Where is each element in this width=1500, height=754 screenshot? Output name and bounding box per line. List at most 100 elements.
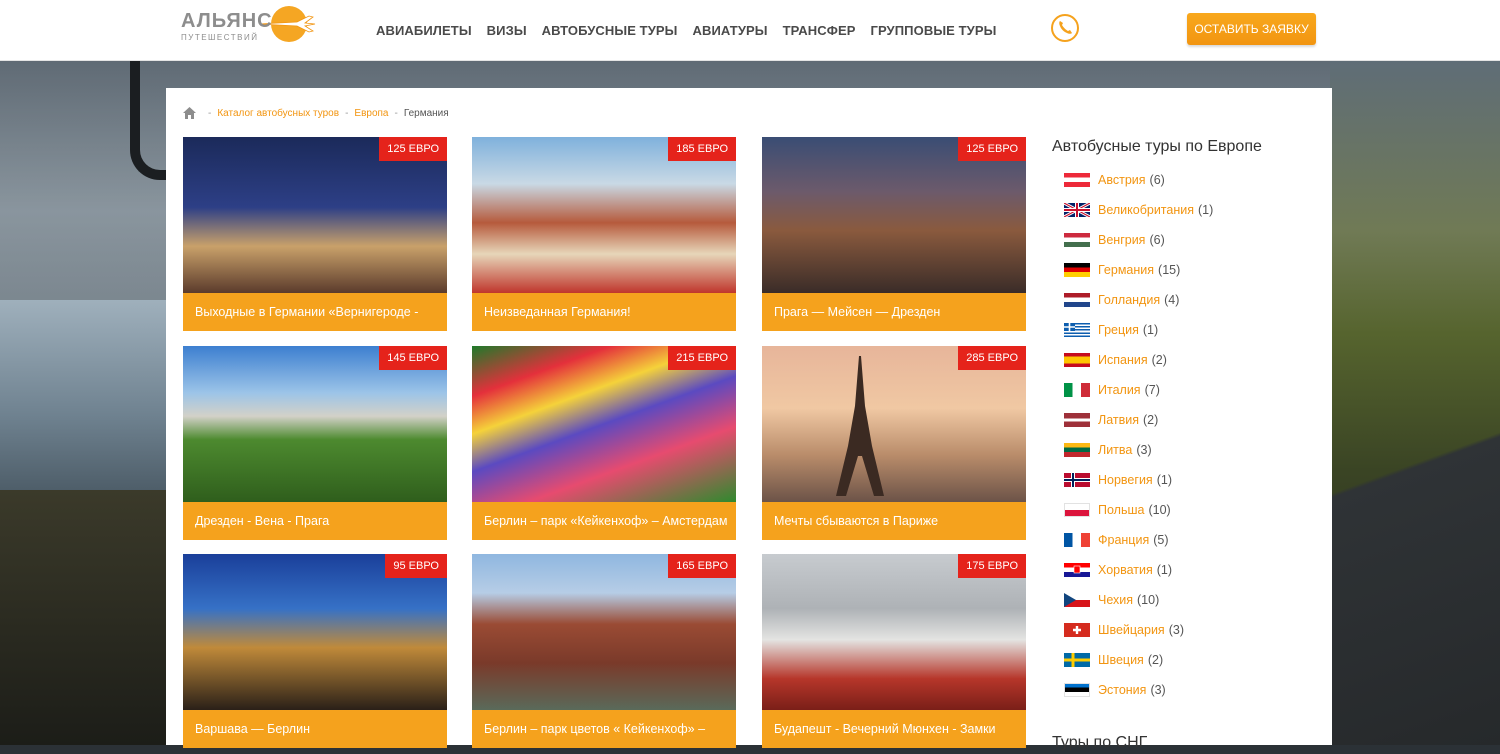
- tour-title[interactable]: Неизведанная Германия!: [472, 293, 736, 331]
- country-item-croatia[interactable]: Хорватия (1): [1064, 562, 1172, 578]
- tour-card[interactable]: 125 ЕВРО Выходные в Германии «Вернигерод…: [183, 137, 447, 331]
- country-name[interactable]: Голландия: [1098, 293, 1160, 307]
- country-count: (7): [1144, 383, 1160, 397]
- country-name[interactable]: Великобритания: [1098, 203, 1194, 217]
- country-item-netherlands[interactable]: Голландия (4): [1064, 292, 1179, 308]
- country-name[interactable]: Испания: [1098, 353, 1148, 367]
- hill-left: [0, 490, 180, 745]
- tour-card[interactable]: 125 ЕВРО Прага — Мейсен — Дрезден: [762, 137, 1026, 331]
- price-badge: 95 ЕВРО: [385, 554, 447, 578]
- poland-flag-icon: [1064, 503, 1090, 517]
- sidebar: Автобусные туры по Европе Австрия (6) Ве…: [1052, 136, 1322, 751]
- country-item-estonia[interactable]: Эстония (3): [1064, 682, 1166, 698]
- country-count: (10): [1148, 503, 1171, 517]
- country-item-uk[interactable]: Великобритания (1): [1064, 202, 1213, 218]
- breadcrumb-current: Германия: [403, 107, 449, 119]
- country-name[interactable]: Чехия: [1098, 593, 1133, 607]
- estonia-flag-icon: [1064, 683, 1090, 697]
- country-item-greece[interactable]: Греция (1): [1064, 322, 1158, 338]
- country-name[interactable]: Литва: [1098, 443, 1132, 457]
- country-name[interactable]: Латвия: [1098, 413, 1139, 427]
- breadcrumb-europe[interactable]: Европа: [354, 108, 388, 119]
- country-item-france[interactable]: Франция (5): [1064, 532, 1169, 548]
- logo-tagline: ПУТЕШЕСТВИЙ: [181, 33, 259, 42]
- nav-item-visas[interactable]: ВИЗЫ: [487, 23, 527, 38]
- czech-flag-icon: [1064, 593, 1090, 607]
- country-name[interactable]: Франция: [1098, 533, 1149, 547]
- greece-flag-icon: [1064, 323, 1090, 337]
- country-item-poland[interactable]: Польша (10): [1064, 502, 1171, 518]
- country-name[interactable]: Италия: [1098, 383, 1141, 397]
- country-item-switzerland[interactable]: Швейцария (3): [1064, 622, 1184, 638]
- tour-card[interactable]: 175 ЕВРО Будапешт - Вечерний Мюнхен - За…: [762, 554, 1026, 748]
- site-logo[interactable]: АЛЬЯНС ПУТЕШЕСТВИЙ: [181, 6, 321, 52]
- tour-title[interactable]: Дрезден - Вена - Прага: [183, 502, 447, 540]
- breadcrumb-catalog[interactable]: Каталог автобусных туров: [217, 108, 339, 119]
- tour-card[interactable]: 285 ЕВРО Мечты сбываются в Париже: [762, 346, 1026, 540]
- country-name[interactable]: Германия: [1098, 263, 1154, 277]
- austria-flag-icon: [1064, 173, 1090, 187]
- country-count: (10): [1137, 593, 1160, 607]
- nav-item-bus-tours[interactable]: АВТОБУСНЫЕ ТУРЫ: [542, 23, 678, 38]
- country-item-germany[interactable]: Германия (15): [1064, 262, 1180, 278]
- latvia-flag-icon: [1064, 413, 1090, 427]
- content-panel: - Каталог автобусных туров - Европа - Ге…: [166, 88, 1332, 751]
- country-count: (3): [1150, 683, 1166, 697]
- price-badge: 165 ЕВРО: [668, 554, 736, 578]
- country-name[interactable]: Греция: [1098, 323, 1139, 337]
- country-name[interactable]: Австрия: [1098, 173, 1146, 187]
- leave-request-button[interactable]: ОСТАВИТЬ ЗАЯВКУ: [1187, 13, 1316, 45]
- country-name[interactable]: Польша: [1098, 503, 1144, 517]
- nav-item-group-tours[interactable]: ГРУППОВЫЕ ТУРЫ: [870, 23, 996, 38]
- country-item-latvia[interactable]: Латвия (2): [1064, 412, 1158, 428]
- tour-title[interactable]: Берлин – парк цветов « Кейкенхоф» –: [472, 710, 736, 748]
- breadcrumb-separator: -: [345, 107, 349, 119]
- country-count: (6): [1149, 173, 1165, 187]
- switzerland-flag-icon: [1064, 623, 1090, 637]
- tour-title[interactable]: Мечты сбываются в Париже: [762, 502, 1026, 540]
- country-item-hungary[interactable]: Венгрия (6): [1064, 232, 1165, 248]
- country-count: (15): [1158, 263, 1181, 277]
- breadcrumb-separator: -: [394, 107, 398, 119]
- country-count: (5): [1153, 533, 1169, 547]
- country-name[interactable]: Венгрия: [1098, 233, 1145, 247]
- site-header: АЛЬЯНС ПУТЕШЕСТВИЙ АВИАБИЛЕТЫ ВИЗЫ АВТОБ…: [0, 0, 1500, 61]
- tour-title[interactable]: Берлин – парк «Кейкенхоф» – Амстердам: [472, 502, 736, 540]
- tour-title[interactable]: Прага — Мейсен — Дрезден: [762, 293, 1026, 331]
- tour-card[interactable]: 95 ЕВРО Варшава — Берлин: [183, 554, 447, 748]
- country-item-norway[interactable]: Норвегия (1): [1064, 472, 1172, 488]
- tour-title[interactable]: Варшава — Берлин: [183, 710, 447, 748]
- country-item-lithuania[interactable]: Литва (3): [1064, 442, 1152, 458]
- sweden-flag-icon: [1064, 653, 1090, 667]
- country-count: (4): [1164, 293, 1180, 307]
- country-name[interactable]: Норвегия: [1098, 473, 1153, 487]
- country-item-sweden[interactable]: Швеция (2): [1064, 652, 1163, 668]
- country-name[interactable]: Эстония: [1098, 683, 1146, 697]
- country-item-czech[interactable]: Чехия (10): [1064, 592, 1159, 608]
- country-name[interactable]: Швейцария: [1098, 623, 1165, 637]
- tour-card[interactable]: 185 ЕВРО Неизведанная Германия!: [472, 137, 736, 331]
- tour-card[interactable]: 215 ЕВРО Берлин – парк «Кейкенхоф» – Амс…: [472, 346, 736, 540]
- country-name[interactable]: Хорватия: [1098, 563, 1153, 577]
- home-icon[interactable]: [183, 107, 196, 119]
- country-item-italy[interactable]: Италия (7): [1064, 382, 1160, 398]
- tour-card[interactable]: 165 ЕВРО Берлин – парк цветов « Кейкенхо…: [472, 554, 736, 748]
- breadcrumb-separator: -: [208, 107, 212, 119]
- nav-item-flights[interactable]: АВИАБИЛЕТЫ: [376, 23, 472, 38]
- tour-title[interactable]: Выходные в Германии «Вернигероде -: [183, 293, 447, 331]
- phone-icon[interactable]: [1050, 13, 1080, 43]
- tour-title[interactable]: Будапешт - Вечерний Мюнхен - Замки: [762, 710, 1026, 748]
- country-count: (2): [1143, 413, 1159, 427]
- hungary-flag-icon: [1064, 233, 1090, 247]
- country-item-spain[interactable]: Испания (2): [1064, 352, 1167, 368]
- country-item-austria[interactable]: Австрия (6): [1064, 172, 1165, 188]
- croatia-flag-icon: [1064, 563, 1090, 577]
- price-badge: 185 ЕВРО: [668, 137, 736, 161]
- price-badge: 285 ЕВРО: [958, 346, 1026, 370]
- nav-item-air-tours[interactable]: АВИАТУРЫ: [693, 23, 768, 38]
- tour-card[interactable]: 145 ЕВРО Дрезден - Вена - Прага: [183, 346, 447, 540]
- netherlands-flag-icon: [1064, 293, 1090, 307]
- country-count: (2): [1151, 353, 1167, 367]
- country-name[interactable]: Швеция: [1098, 653, 1144, 667]
- nav-item-transfer[interactable]: ТРАНСФЕР: [783, 23, 856, 38]
